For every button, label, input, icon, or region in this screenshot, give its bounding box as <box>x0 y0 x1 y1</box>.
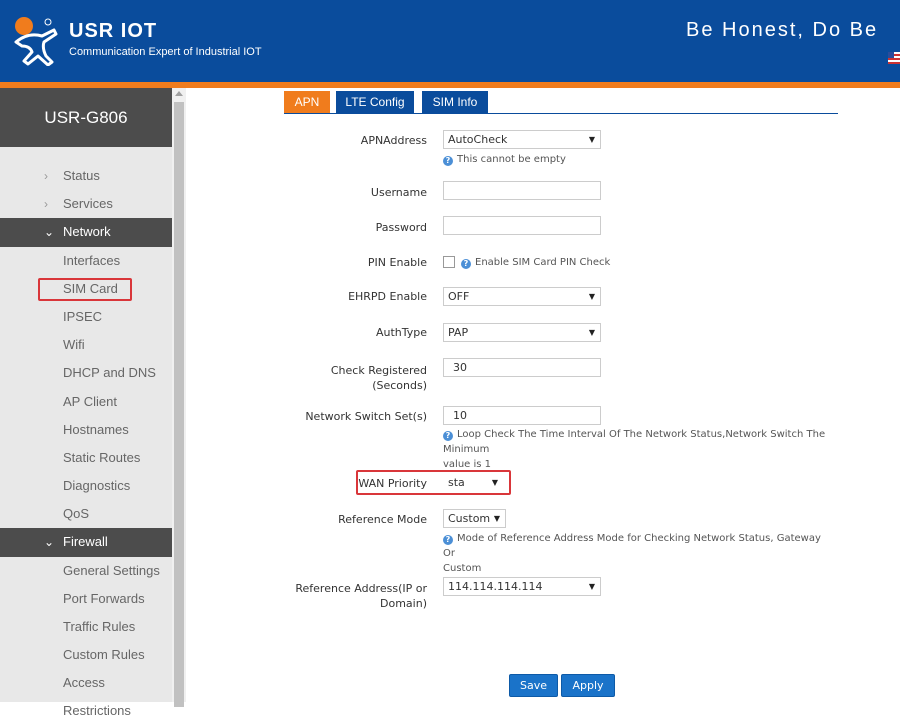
wan-priority-label: WAN Priority <box>358 477 427 490</box>
sidebar-item-static-routes[interactable]: Static Routes <box>0 444 172 472</box>
apn-address-select[interactable]: AutoCheck <box>443 130 601 149</box>
tab-underline <box>284 113 838 114</box>
tab-sim-info[interactable]: SIM Info <box>422 91 488 113</box>
usr-logo-icon <box>14 17 58 66</box>
apn-address-label: APNAddress <box>360 134 427 147</box>
scroll-up-arrow-icon[interactable] <box>175 91 183 96</box>
ehrpd-enable-select[interactable]: OFF <box>443 287 601 306</box>
pin-enable-hint: ? Enable SIM Card PIN Check <box>461 255 610 270</box>
wan-priority-select[interactable]: sta <box>443 473 504 492</box>
network-switch-input[interactable]: 10 <box>443 406 601 425</box>
slogan: Be Honest, Do Be <box>686 19 879 41</box>
ehrpd-enable-label: EHRPD Enable <box>348 290 427 303</box>
info-icon: ? <box>443 535 453 545</box>
sidebar-item-access-restrictions[interactable]: Access Restrictions <box>0 669 172 718</box>
sidebar-item-dhcp-dns[interactable]: DHCP and DNS <box>0 359 172 387</box>
sidebar-scrollbar[interactable] <box>172 88 186 707</box>
save-button[interactable]: Save <box>509 674 558 697</box>
pin-enable-checkbox[interactable] <box>443 256 455 268</box>
sidebar-item-diagnostics[interactable]: Diagnostics <box>0 472 172 500</box>
sidebar-item-qos[interactable]: QoS <box>0 500 172 528</box>
sidebar-menu: › Status › Services ⌄ Network Interfaces SI… <box>0 162 172 718</box>
reference-mode-hint: ? Mode of Reference Address Mode for Chec… <box>443 533 821 574</box>
check-registered-input[interactable]: 30 <box>443 358 601 377</box>
sidebar-item-custom-rules[interactable]: Custom Rules <box>0 641 172 669</box>
apply-button[interactable]: Apply <box>561 674 615 697</box>
sidebar-item-services[interactable]: › Services <box>0 190 172 218</box>
sidebar-item-status[interactable]: › Status <box>0 162 172 190</box>
auth-type-select[interactable]: PAP <box>443 323 601 342</box>
chevron-down-icon: ⌄ <box>44 535 55 550</box>
chevron-right-icon: › <box>44 169 48 183</box>
reference-mode-select[interactable]: Custom <box>443 509 506 528</box>
sim-card-highlight-box <box>38 278 132 301</box>
brand-name: USR IOT <box>69 20 158 42</box>
password-label: Password <box>375 221 427 234</box>
app-header: USR IOT Communication Expert of Industri… <box>0 0 900 82</box>
brand-tagline: Communication Expert of Industrial IOT <box>69 46 262 58</box>
sidebar-item-ipsec[interactable]: IPSEC <box>0 303 172 331</box>
us-flag-icon[interactable] <box>888 52 900 64</box>
info-icon: ? <box>443 431 453 441</box>
username-input[interactable] <box>443 181 601 200</box>
sidebar-item-ap-client[interactable]: AP Client <box>0 388 172 416</box>
sidebar-item-firewall[interactable]: ⌄ Firewall <box>0 528 172 557</box>
chevron-right-icon: › <box>44 197 48 212</box>
auth-type-label: AuthType <box>375 326 427 339</box>
tab-lte-config[interactable]: LTE Config <box>336 91 414 113</box>
network-switch-hint: ? Loop Check The Time Interval Of The Net… <box>443 429 826 470</box>
reference-address-select[interactable]: 114.114.114.114 <box>443 577 601 596</box>
sidebar: USR-G806 › Status › Services ⌄ Network Inte… <box>0 88 172 718</box>
apn-address-hint: ? This cannot be empty <box>443 152 566 167</box>
chevron-down-icon: ⌄ <box>44 225 55 240</box>
reference-address-label: Reference Address(IP or Domain) <box>295 582 427 610</box>
sidebar-item-traffic-rules[interactable]: Traffic Rules <box>0 613 172 641</box>
password-input[interactable] <box>443 216 601 235</box>
sidebar-item-network[interactable]: ⌄ Network <box>0 218 172 247</box>
sidebar-item-general-settings[interactable]: General Settings <box>0 557 172 585</box>
tab-apn[interactable]: APN <box>284 91 330 113</box>
username-label: Username <box>370 186 427 199</box>
sidebar-item-port-forwards[interactable]: Port Forwards <box>0 585 172 613</box>
check-registered-label: Check Registered (Seconds) <box>330 364 427 392</box>
sidebar-item-wifi[interactable]: Wifi <box>0 331 172 359</box>
network-switch-label: Network Switch Set(s) <box>305 410 427 423</box>
info-icon: ? <box>443 156 453 166</box>
device-name: USR-G806 <box>0 88 172 147</box>
info-icon: ? <box>461 259 471 269</box>
sidebar-item-hostnames[interactable]: Hostnames <box>0 416 172 444</box>
reference-mode-label: Reference Mode <box>338 513 427 526</box>
pin-enable-label: PIN Enable <box>367 256 427 269</box>
sidebar-item-interfaces[interactable]: Interfaces <box>0 247 172 275</box>
scrollbar-thumb[interactable] <box>174 102 184 707</box>
